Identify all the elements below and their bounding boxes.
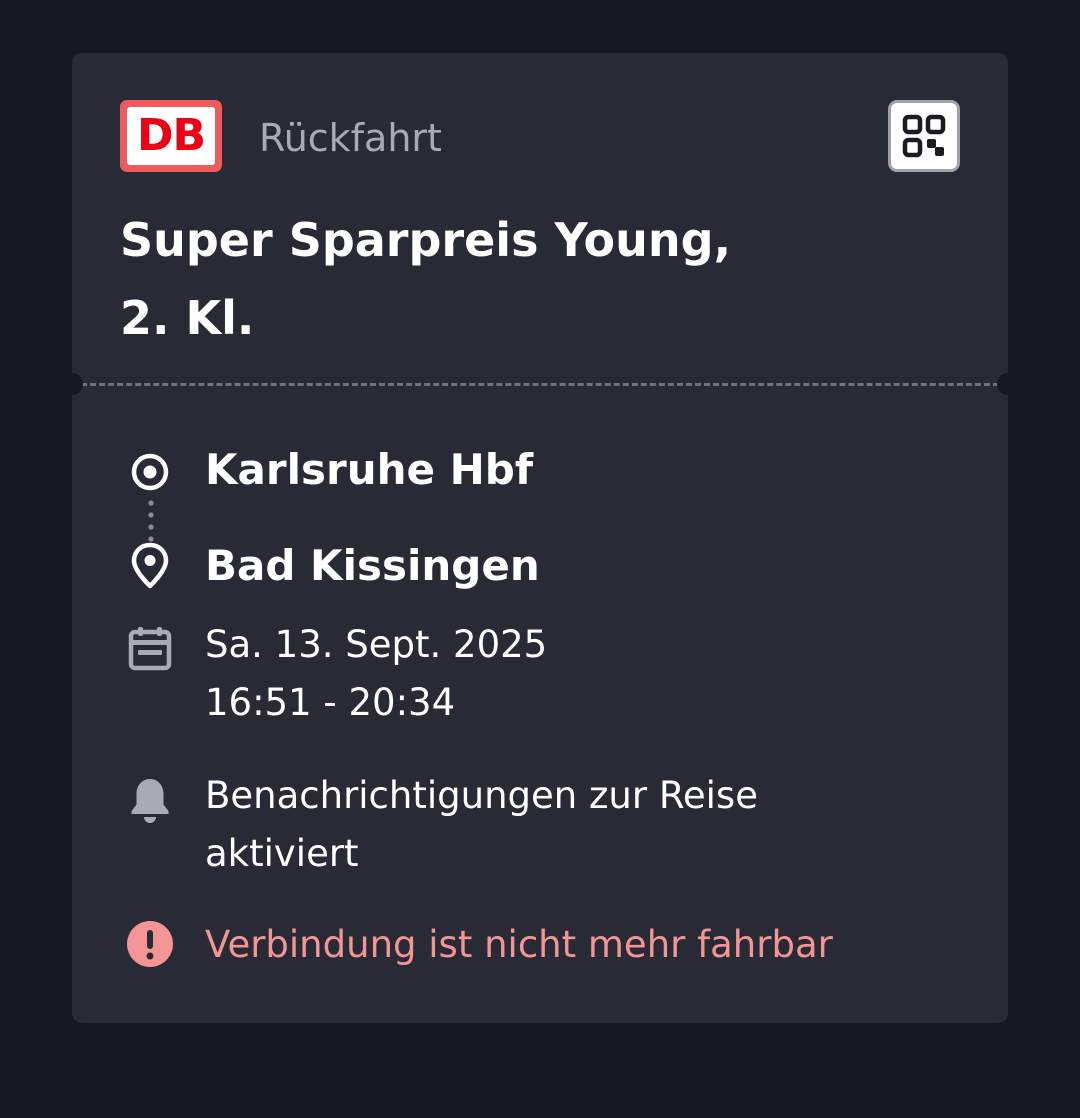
ticket-title-line1: Super Sparpreis Young, <box>120 213 732 267</box>
notifications-line1: Benachrichtigungen zur Reise <box>205 774 758 817</box>
calendar-icon <box>128 627 172 671</box>
location-pin-icon <box>131 542 169 589</box>
notifications-status: Benachrichtigungen zur Reise aktiviert <box>205 767 758 883</box>
bell-icon <box>131 779 169 823</box>
destination-station: Bad Kissingen <box>205 541 540 590</box>
travel-time: 16:51 - 20:34 <box>205 681 456 724</box>
exclamation-circle-icon <box>127 921 173 967</box>
qr-code-button[interactable] <box>888 100 960 172</box>
db-logo-text: DB <box>127 107 215 165</box>
travel-date-time: Sa. 13. Sept. 2025 16:51 - 20:34 <box>205 616 547 732</box>
trip-type-label: Rückfahrt <box>259 116 442 160</box>
ticket-title: Super Sparpreis Young, 2. Kl. <box>120 201 840 357</box>
notifications-line2: aktiviert <box>205 832 359 875</box>
db-logo: DB <box>120 100 222 172</box>
connection-warning: Verbindung ist nicht mehr fahrbar <box>205 923 833 966</box>
travel-date: Sa. 13. Sept. 2025 <box>205 623 548 666</box>
origin-station: Karlsruhe Hbf <box>205 445 534 494</box>
qr-code-icon <box>902 114 946 158</box>
ticket-divider <box>72 383 1008 386</box>
origin-circle-icon <box>131 453 169 491</box>
ticket-title-line2: 2. Kl. <box>120 291 255 345</box>
ticket-notch-left <box>61 373 83 395</box>
ticket-card[interactable]: DB Rückfahrt Super Sparpreis Young, 2. K… <box>61 53 1019 1023</box>
route-connector <box>148 500 154 542</box>
ticket-notch-right <box>997 373 1019 395</box>
